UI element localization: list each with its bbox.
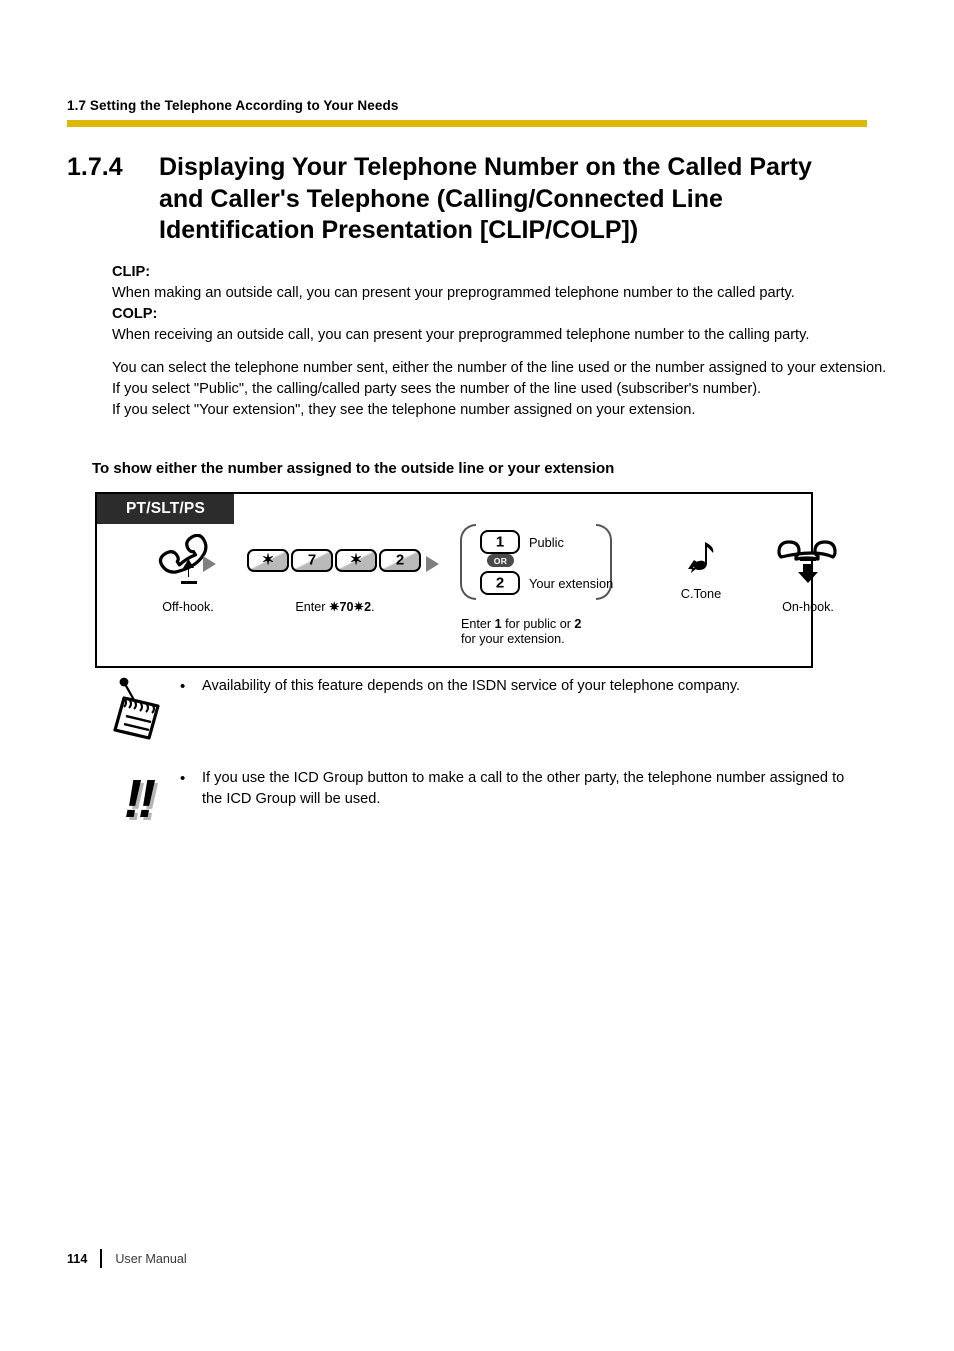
procedure-diagram: PT/SLT/PS Off-hook. ✶ 7 ✶ 2 Enter ✷70✷2.… xyxy=(95,492,837,670)
step-enter-code: ✶ 7 ✶ 2 Enter ✷70✷2. xyxy=(239,534,431,615)
step-off-hook: Off-hook. xyxy=(124,533,252,615)
option-caption-d: 2 xyxy=(574,617,582,631)
footer-document-name: User Manual xyxy=(115,1251,187,1266)
note-bullet: • xyxy=(180,770,186,787)
note-bullet: • xyxy=(180,678,186,695)
enter-code-suffix: . xyxy=(371,600,375,614)
flow-arrow-2 xyxy=(426,556,439,572)
colp-label: COLP: xyxy=(112,306,158,322)
selection-text-2: If you select "Public", the calling/call… xyxy=(112,381,762,397)
enter-code-caption: Enter ✷70✷2. xyxy=(239,600,431,615)
procedure-subheading: To show either the number assigned to th… xyxy=(92,460,615,477)
note-icd: !! • If you use the ICD Group button to … xyxy=(110,768,852,834)
clip-label: CLIP: xyxy=(112,264,151,280)
selection-text-3: If you select "Your extension", they see… xyxy=(112,402,696,418)
option-public-label: Public xyxy=(529,534,564,550)
confirmation-tone-icon xyxy=(672,536,730,584)
clip-colp-description: CLIP: When making an outside call, you c… xyxy=(112,262,892,346)
option-caption-a: Enter xyxy=(461,617,495,631)
option-caption-line2: for your extension. xyxy=(461,632,565,646)
on-hook-handset-icon xyxy=(771,534,845,586)
down-arrow xyxy=(798,558,818,583)
confirmation-tone-label: C.Tone xyxy=(680,586,722,601)
note-icd-text: If you use the ICD Group button to make … xyxy=(202,770,845,807)
step-on-hook: On-hook. xyxy=(743,534,873,615)
option-caption: Enter 1 for public or 2 for your extensi… xyxy=(460,617,656,647)
option-caption-c: for public or xyxy=(501,617,575,631)
option-your-extension-label: Your extension xyxy=(529,575,614,591)
key-1[interactable]: 1 xyxy=(480,530,520,554)
on-hook-caption: On-hook. xyxy=(782,600,834,614)
header-rule xyxy=(67,120,867,127)
off-hook-caption: Off-hook. xyxy=(162,600,214,614)
double-exclamation-icon: !! xyxy=(110,768,172,834)
footer-divider xyxy=(100,1249,103,1268)
option-caption-b: 1 xyxy=(494,617,502,631)
clip-text: When making an outside call, you can pre… xyxy=(112,285,795,301)
key-star-2[interactable]: ✶ xyxy=(335,548,377,572)
page-title: 1.7.4 Displaying Your Telephone Number o… xyxy=(67,152,887,247)
or-badge: OR xyxy=(487,554,514,567)
footer-page-number: 114 xyxy=(67,1251,88,1266)
key-2-option[interactable]: 2 xyxy=(480,571,520,595)
section-title: Displaying Your Telephone Number on the … xyxy=(159,153,812,244)
running-head: 1.7 Setting the Telephone According to Y… xyxy=(67,98,399,113)
key-star-1[interactable]: ✶ xyxy=(247,548,289,572)
step-select-option: 1 Public OR 2 Your extension Enter 1 for… xyxy=(460,524,656,647)
enter-code-value: ✷70✷2 xyxy=(328,600,372,614)
flow-arrow-1 xyxy=(203,556,216,572)
section-number: 1.7.4 xyxy=(67,153,123,181)
phone-type-tab: PT/SLT/PS xyxy=(97,494,234,524)
enter-code-prefix: Enter xyxy=(295,600,329,614)
procedure-steps: Off-hook. ✶7✶2 Enter ✷70✷2. 1 Public xyxy=(97,524,837,670)
option-bracket-group: 1 Public OR 2 Your extension xyxy=(460,524,613,600)
option-your-extension[interactable]: 2 Your extension xyxy=(480,571,613,595)
note-isdn-text: Availability of this feature depends on … xyxy=(202,678,741,694)
step-confirmation-tone: C.Tone xyxy=(657,536,745,601)
selection-description: You can select the telephone number sent… xyxy=(112,358,902,421)
bracket-left xyxy=(460,524,476,600)
page-footer: 114 User Manual xyxy=(67,1249,187,1268)
double-exclamation-glyph: !! xyxy=(124,769,156,829)
notepad-pen-icon xyxy=(110,676,172,742)
colp-text: When receiving an outside call, you can … xyxy=(112,327,810,343)
note-isdn: • Availability of this feature depends o… xyxy=(110,676,852,742)
key-2[interactable]: 2 xyxy=(379,548,421,572)
selection-text-1: You can select the telephone number sent… xyxy=(112,360,887,376)
key-7[interactable]: 7 xyxy=(291,548,333,572)
option-public[interactable]: 1 Public xyxy=(480,530,564,554)
